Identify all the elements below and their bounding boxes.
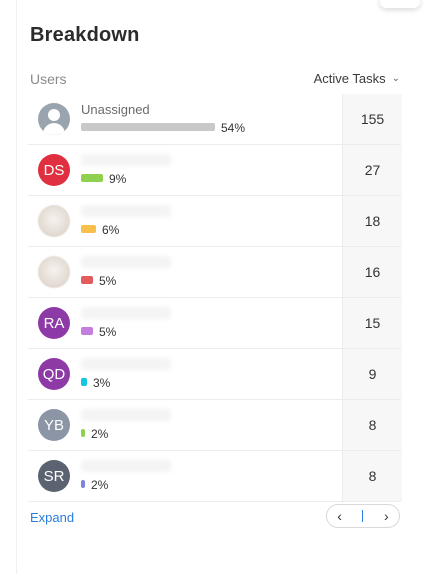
- active-task-count: 8: [342, 451, 402, 501]
- avatar: SR: [38, 460, 70, 492]
- user-name-redacted: [81, 256, 171, 268]
- next-page-icon[interactable]: ›: [384, 508, 389, 524]
- user-name-redacted: [81, 409, 171, 421]
- breakdown-card: Breakdown Users Active Tasks ⌄ Unassigne…: [16, 0, 420, 574]
- user-cell: QD 3%: [28, 349, 342, 399]
- user-cell: DS 9%: [28, 145, 342, 195]
- table-row[interactable]: 5% 16: [28, 247, 402, 298]
- avatar: RA: [38, 307, 70, 339]
- sort-label: Active Tasks: [313, 71, 386, 86]
- share-bar: [81, 429, 85, 437]
- share-bar: [81, 225, 96, 233]
- user-name-redacted: [81, 460, 171, 472]
- card-title: Breakdown: [30, 24, 140, 46]
- pager-divider: [362, 510, 364, 522]
- table-row[interactable]: QD 3% 9: [28, 349, 402, 400]
- active-task-count: 15: [342, 298, 402, 348]
- share-bar: [81, 174, 103, 182]
- share-percent: 3%: [93, 376, 111, 390]
- active-task-count: 18: [342, 196, 402, 246]
- share-bar: [81, 327, 93, 335]
- user-name: Unassigned: [81, 102, 150, 117]
- avatar: DS: [38, 154, 70, 186]
- share-bar: [81, 378, 87, 386]
- avatar: QD: [38, 358, 70, 390]
- person-icon: [38, 103, 70, 135]
- active-task-count: 27: [342, 145, 402, 195]
- users-column-label: Users: [30, 71, 67, 87]
- user-name-redacted: [81, 358, 171, 370]
- table-row[interactable]: YB 2% 8: [28, 400, 402, 451]
- share-percent: 2%: [91, 427, 109, 441]
- chevron-down-icon: ⌄: [391, 73, 400, 84]
- active-task-count: 16: [342, 247, 402, 297]
- user-name-redacted: [81, 307, 171, 319]
- table-row[interactable]: 6% 18: [28, 196, 402, 247]
- active-task-count: 8: [342, 400, 402, 450]
- top-edge-shadow: [380, 0, 420, 8]
- expand-link[interactable]: Expand: [30, 510, 74, 525]
- share-percent: 54%: [221, 121, 246, 135]
- share-percent: 9%: [109, 172, 127, 186]
- user-breakdown-table: Unassigned 54% 155 DS 9% 27 6% 18 5% 16 …: [28, 94, 402, 502]
- user-cell: 5%: [28, 247, 342, 297]
- share-bar: [81, 276, 93, 284]
- share-percent: 5%: [99, 325, 117, 339]
- pagination-control: ‹ ›: [326, 504, 400, 528]
- prev-page-icon[interactable]: ‹: [337, 508, 342, 524]
- share-percent: 5%: [99, 274, 117, 288]
- table-row[interactable]: DS 9% 27: [28, 145, 402, 196]
- active-tasks-sort-dropdown[interactable]: Active Tasks ⌄: [314, 71, 400, 86]
- active-task-count: 9: [342, 349, 402, 399]
- table-row[interactable]: SR 2% 8: [28, 451, 402, 502]
- user-cell: YB 2%: [28, 400, 342, 450]
- avatar: [38, 256, 70, 288]
- avatar: [38, 205, 70, 237]
- share-percent: 2%: [91, 478, 109, 492]
- table-row[interactable]: Unassigned 54% 155: [28, 94, 402, 145]
- user-cell: Unassigned 54%: [28, 94, 342, 144]
- share-bar: [81, 123, 215, 131]
- user-name-redacted: [81, 154, 171, 166]
- share-bar: [81, 480, 85, 488]
- share-percent: 6%: [102, 223, 120, 237]
- user-name-redacted: [81, 205, 171, 217]
- user-cell: 6%: [28, 196, 342, 246]
- user-cell: RA 5%: [28, 298, 342, 348]
- table-row[interactable]: RA 5% 15: [28, 298, 402, 349]
- avatar: YB: [38, 409, 70, 441]
- active-task-count: 155: [342, 94, 402, 144]
- user-cell: SR 2%: [28, 451, 342, 501]
